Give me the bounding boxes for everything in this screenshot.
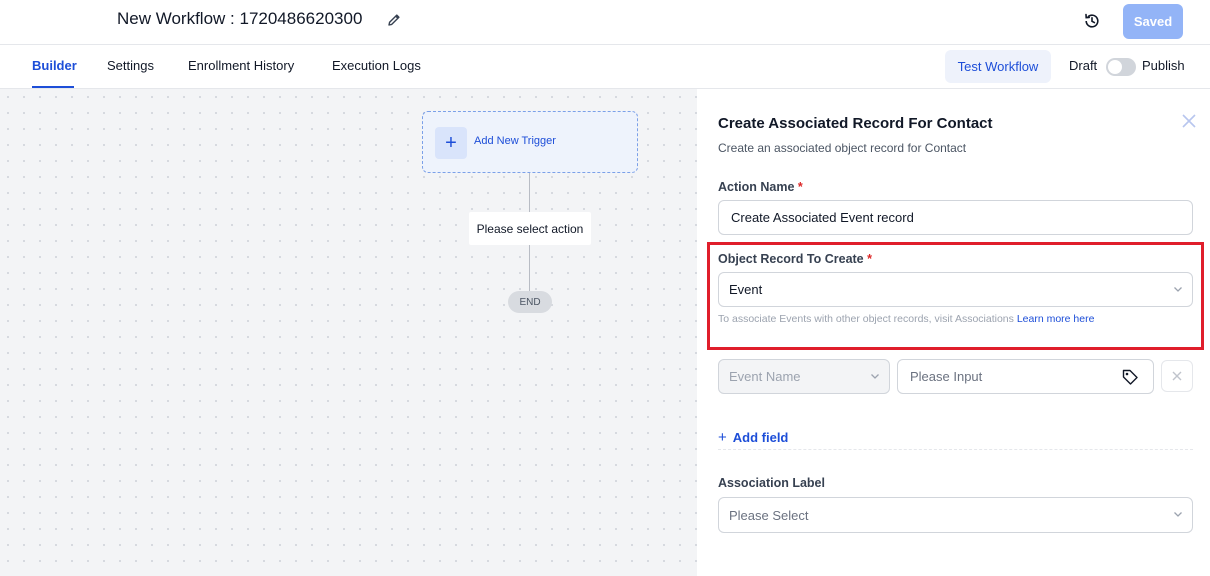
chevron-down-icon [1174,512,1182,517]
panel-subtitle: Create an associated object record for C… [718,141,967,155]
test-workflow-button[interactable]: Test Workflow [945,50,1051,83]
tab-execution-logs[interactable]: Execution Logs [332,58,421,73]
add-trigger-card[interactable]: + Add New Trigger [422,111,638,173]
object-record-select[interactable]: Event [718,272,1193,307]
workflow-canvas[interactable]: + Add New Trigger Please select action E… [0,89,697,576]
association-placeholder: Please Select [729,507,809,523]
close-icon [1172,371,1182,381]
publish-label: Publish [1142,58,1185,73]
divider [718,449,1193,450]
field-name-select[interactable]: Event Name [718,359,890,394]
add-field-button[interactable]: + Add field [718,429,788,446]
object-record-value: Event [729,282,763,297]
connector-line [529,245,530,291]
close-icon[interactable] [1181,113,1197,129]
learn-more-link[interactable]: Learn more here [1017,313,1095,325]
saved-button[interactable]: Saved [1123,4,1183,39]
action-name-input[interactable]: Create Associated Event record [718,200,1193,235]
top-bar: New Workflow : 1720486620300 Saved [0,0,1210,45]
associations-hint: To associate Events with other object re… [718,313,1095,325]
field-value-placeholder: Please Input [910,369,983,384]
draft-label: Draft [1069,58,1098,73]
tabs-bar: Builder Settings Enrollment History Exec… [0,45,1210,89]
toggle-knob [1108,60,1122,74]
association-label-select[interactable]: Please Select [718,497,1193,533]
tab-enrollment-history[interactable]: Enrollment History [188,58,294,73]
action-name-label: Action Name * [718,180,803,194]
plus-icon: + [718,429,727,446]
select-action-node[interactable]: Please select action [469,212,591,245]
tab-builder[interactable]: Builder [32,58,77,73]
field-value-input[interactable]: Please Input [897,359,1154,394]
add-trigger-label: Add New Trigger [474,135,556,147]
active-tab-indicator [32,86,74,88]
chevron-down-icon [1174,286,1182,292]
publish-toggle[interactable] [1106,58,1136,76]
chevron-down-icon [871,373,879,379]
action-config-panel: Create Associated Record For Contact Cre… [697,89,1210,576]
workflow-title: New Workflow : 1720486620300 [117,9,363,28]
history-icon[interactable] [1082,11,1102,31]
tag-icon[interactable] [1121,368,1139,386]
object-record-label: Object Record To Create * [718,252,872,266]
end-node: END [508,291,552,313]
field-name-placeholder: Event Name [729,369,801,384]
association-label-label: Association Label [718,476,825,490]
tab-settings[interactable]: Settings [107,58,154,73]
plus-icon: + [435,127,467,159]
remove-field-button[interactable] [1161,360,1193,392]
panel-title: Create Associated Record For Contact [718,115,993,132]
edit-icon[interactable] [386,12,402,28]
connector-line [529,173,530,212]
